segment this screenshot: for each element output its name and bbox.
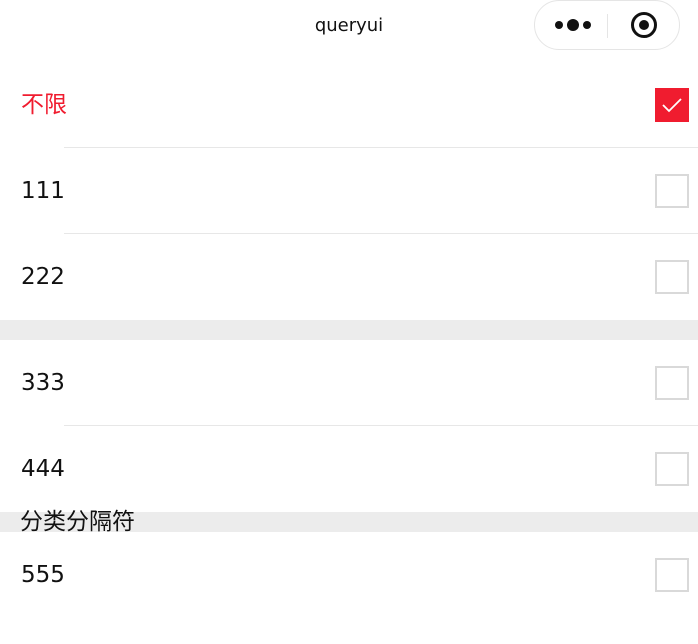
list-item-label: 222 (21, 264, 65, 290)
target-icon[interactable] (629, 10, 659, 40)
checkbox[interactable] (655, 260, 689, 294)
list-item-label: 111 (21, 178, 65, 204)
capsule-menu (534, 0, 680, 50)
checkmark-icon (662, 98, 682, 113)
list-item-555[interactable]: 555 (0, 532, 698, 618)
checkbox[interactable] (655, 174, 689, 208)
checkbox[interactable] (655, 558, 689, 592)
list-item-222[interactable]: 222 (0, 234, 698, 320)
list-item-label: 333 (21, 370, 65, 396)
capsule-divider (607, 14, 608, 38)
section-gap (0, 320, 698, 340)
option-list: 不限 111 222 333 444 分类分隔符 555 (0, 62, 698, 618)
checkbox[interactable] (655, 366, 689, 400)
list-item-111[interactable]: 111 (0, 148, 698, 234)
app-root: queryui 不限 111 222 333 444 分类分隔符 555 (0, 0, 698, 644)
more-dots-icon[interactable] (553, 13, 593, 37)
list-item-unlimited[interactable]: 不限 (0, 62, 698, 148)
list-item-label: 不限 (21, 92, 67, 118)
checkbox-checked[interactable] (655, 88, 689, 122)
navigation-bar: queryui (0, 0, 698, 54)
list-item-444[interactable]: 444 (0, 426, 698, 512)
list-item-label: 444 (21, 456, 65, 482)
list-item-label: 555 (21, 562, 65, 588)
checkbox[interactable] (655, 452, 689, 486)
list-item-333[interactable]: 333 (0, 340, 698, 426)
category-separator: 分类分隔符 (0, 509, 698, 535)
